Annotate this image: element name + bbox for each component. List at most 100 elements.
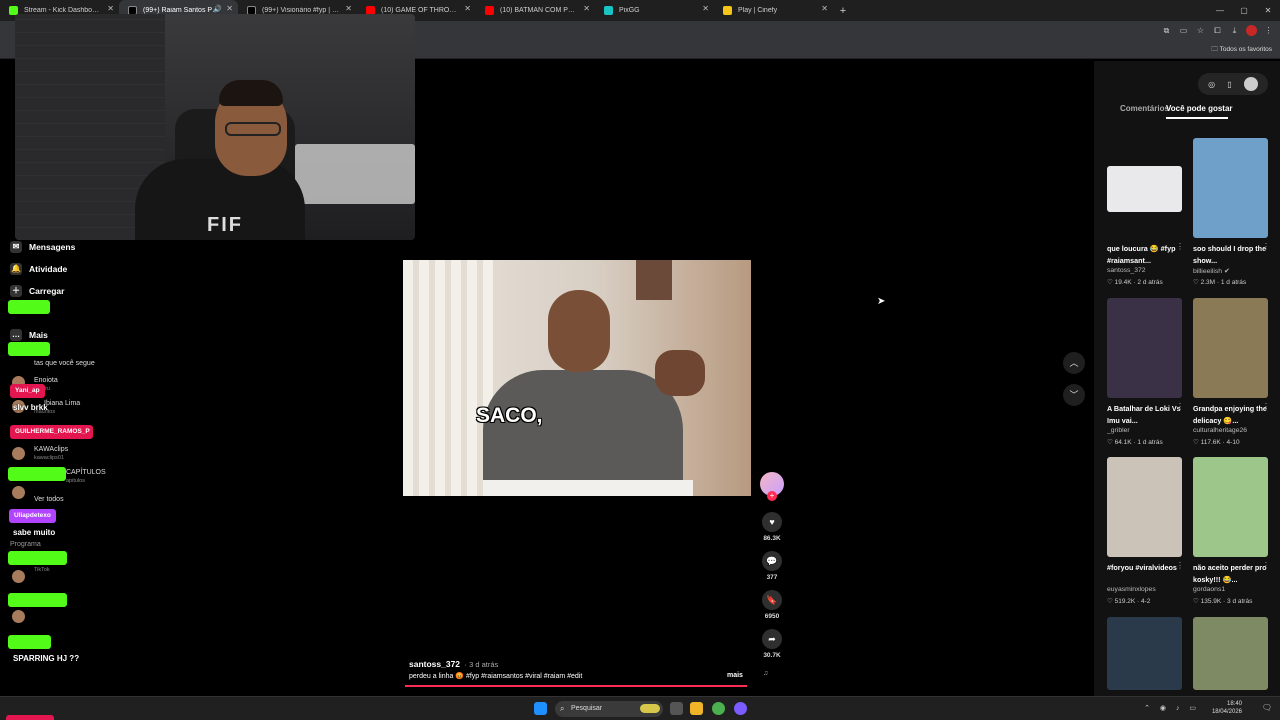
share-icon[interactable]: ➦ <box>762 629 782 649</box>
recommendation-thumbnail[interactable] <box>1107 298 1182 398</box>
sidebar-item-upload[interactable]: ＋ Carregar <box>10 285 64 297</box>
device-icon[interactable]: ▯ <box>1227 80 1231 89</box>
browser-tab-cinefy[interactable]: Play | Cinefy ✕ <box>714 0 833 21</box>
sidebar-item-activity[interactable]: 🔔 Atividade <box>10 263 67 275</box>
recommendation-author[interactable]: santoss_372 <box>1107 267 1146 274</box>
windows-taskbar: ⌕ Pesquisar ⌃ ◉ ♪ ▭ 18:40 18/04/2026 🗨 <box>0 696 1280 720</box>
speaker-icon[interactable]: 🔊 <box>213 5 222 13</box>
close-tab-icon[interactable]: ✕ <box>583 4 590 13</box>
sidebar-item-more[interactable]: … Mais <box>10 329 48 341</box>
close-tab-icon[interactable]: ✕ <box>107 4 114 13</box>
close-tab-icon[interactable]: ✕ <box>464 4 471 13</box>
recommendation-author[interactable]: euyasminxlopes <box>1107 586 1156 593</box>
recommendation-title[interactable]: Grandpa enjoying the delicacy 😋... <box>1193 403 1271 426</box>
card-menu-icon[interactable]: ⋮ <box>1176 402 1184 411</box>
following-account-name[interactable]: CAPÍTULOS <box>66 469 106 476</box>
bookmark-icon[interactable]: 🔖 <box>762 590 782 610</box>
profile-icon[interactable] <box>1246 25 1257 36</box>
recommendation-thumbnail[interactable] <box>1193 298 1268 398</box>
system-tray[interactable]: ⌃ ◉ ♪ ▭ <box>1144 704 1200 712</box>
webcam-overlay: FIF <box>15 14 415 240</box>
tab-you-may-like[interactable]: Você pode gostar <box>1166 104 1233 113</box>
menu-icon[interactable]: ⋮ <box>1263 25 1274 36</box>
follow-plus-icon[interactable]: + <box>767 491 777 501</box>
card-menu-icon[interactable]: ⋮ <box>1176 242 1184 251</box>
chat-message: SPARRING HJ ?? <box>13 654 80 663</box>
close-tab-icon[interactable]: ✕ <box>345 4 352 13</box>
user-avatar[interactable] <box>1243 77 1258 91</box>
recommendation-title[interactable]: que loucura 😂 #fyp #raiamsant... <box>1107 243 1185 266</box>
avatar <box>12 570 25 583</box>
next-video-button[interactable]: ﹀ <box>1063 384 1085 406</box>
browser-tab-youtube-batman[interactable]: (10) BATMAN COM PREPARO V ✕ <box>476 0 595 21</box>
new-tab-button[interactable]: + <box>833 5 853 17</box>
card-menu-icon[interactable]: ⋮ <box>1262 242 1270 251</box>
previous-video-button[interactable]: ︿ <box>1063 352 1085 374</box>
save-action[interactable]: 🔖 6950 <box>760 590 784 620</box>
all-bookmarks-button[interactable]: 🗀 Todos os favoritos <box>1211 45 1272 56</box>
close-window-icon[interactable]: ✕ <box>1256 0 1280 21</box>
recommendation-thumbnail[interactable] <box>1193 457 1268 557</box>
recommendation-thumbnail[interactable] <box>1107 617 1182 690</box>
recommendation-title[interactable]: A Batalhar de Loki Vs Imu vai... <box>1107 403 1185 426</box>
see-all-link[interactable]: Ver todos <box>34 496 64 503</box>
recommendation-title[interactable]: não aceito perder pro kosky!!! 😂... <box>1193 562 1271 585</box>
video-progress-bar[interactable] <box>405 685 747 687</box>
following-account-name[interactable]: Ibiana Lima <box>44 400 80 407</box>
taskbar-widget-icon[interactable] <box>640 704 660 713</box>
recommendation-thumbnail[interactable] <box>1193 617 1268 690</box>
translate-icon[interactable]: ⧉ <box>1161 25 1172 36</box>
music-icon[interactable]: ♫ <box>763 670 779 680</box>
like-action[interactable]: ♥ 86.3K <box>760 512 784 542</box>
card-menu-icon[interactable]: ⋮ <box>1262 561 1270 570</box>
wall-frame <box>636 260 672 300</box>
heart-icon[interactable]: ♥ <box>762 512 782 532</box>
recommendation-author[interactable]: _gribler <box>1107 427 1130 434</box>
extensions-icon[interactable]: ⧠ <box>1212 25 1223 36</box>
download-icon[interactable]: ⤓ <box>1229 25 1240 36</box>
mouse-cursor-icon: ➤ <box>877 296 886 307</box>
discord-icon[interactable] <box>734 702 747 715</box>
comment-icon[interactable]: 💬 <box>762 551 782 571</box>
close-tab-icon[interactable]: ✕ <box>226 4 233 13</box>
taskbar-clock[interactable]: 18:40 18/04/2026 <box>1212 700 1242 716</box>
comment-action[interactable]: 💬 377 <box>760 551 784 581</box>
tab-comments[interactable]: Comentários <box>1120 104 1169 113</box>
cast-icon[interactable]: ▭ <box>1178 25 1189 36</box>
heart-icon: ♡ <box>1193 279 1201 286</box>
like-count: 86.3K <box>763 535 781 542</box>
bookmark-star-icon[interactable]: ☆ <box>1195 25 1206 36</box>
shirt-print: FIF <box>207 214 243 236</box>
following-account-name[interactable]: KAWAclips <box>34 446 68 453</box>
recommendation-thumbnail[interactable] <box>1107 457 1182 557</box>
recommendation-author[interactable]: billieeilish ✔ <box>1193 267 1230 275</box>
following-account-name[interactable]: Enoiota <box>34 377 58 384</box>
recommendation-author[interactable]: gordaons1 <box>1193 586 1225 593</box>
share-action[interactable]: ➦ 30.7K <box>760 629 784 659</box>
sidebar-item-messages[interactable]: ✉ Mensagens <box>10 241 75 253</box>
notification-icon[interactable]: 🗨 <box>1262 703 1272 712</box>
chat-user-chip <box>8 342 50 356</box>
recommendation-title[interactable]: #foryou #viralvideos <box>1107 562 1185 574</box>
windows-start-icon[interactable] <box>534 702 547 715</box>
task-view-icon[interactable] <box>670 702 683 715</box>
chrome-icon[interactable] <box>712 702 725 715</box>
browser-tab-pixgg[interactable]: PixGG ✕ <box>595 0 714 21</box>
more-link[interactable]: mais <box>727 672 743 679</box>
card-menu-icon[interactable]: ⋮ <box>1176 561 1184 570</box>
recommendation-title[interactable]: soo should I drop the show... <box>1193 243 1271 266</box>
tab-title: (10) BATMAN COM PREPARO V <box>500 7 578 14</box>
video-author[interactable]: santoss_372 <box>409 659 460 669</box>
compass-icon[interactable]: ◎ <box>1208 80 1215 89</box>
file-explorer-icon[interactable] <box>690 702 703 715</box>
recommendation-thumbnail[interactable] <box>1193 138 1268 238</box>
video-player[interactable]: SACO, <box>403 260 751 496</box>
recommendation-thumbnail[interactable] <box>1107 166 1182 212</box>
glasses <box>225 122 281 136</box>
card-menu-icon[interactable]: ⋮ <box>1262 402 1270 411</box>
recommendation-author[interactable]: culturalheritage26 <box>1193 427 1247 434</box>
minimize-icon[interactable]: — <box>1208 0 1232 21</box>
close-tab-icon[interactable]: ✕ <box>702 4 709 13</box>
close-tab-icon[interactable]: ✕ <box>821 4 828 13</box>
maximize-icon[interactable]: ▢ <box>1232 0 1256 21</box>
